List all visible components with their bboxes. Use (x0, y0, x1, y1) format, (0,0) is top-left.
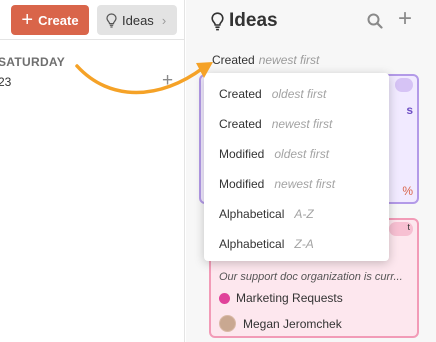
sort-option-field: Modified (219, 177, 265, 191)
sort-option-created-oldest[interactable]: Created oldest first (204, 79, 389, 109)
sort-option-alphabetical-az[interactable]: Alphabetical A-Z (204, 199, 389, 229)
chevron-right-icon: › (161, 12, 167, 28)
lightbulb-icon (106, 12, 117, 28)
day-of-week-label: SATURDAY (0, 55, 66, 69)
sort-option-direction: newest first (274, 177, 336, 191)
create-button[interactable]: + Create (11, 5, 89, 35)
card-text-fragment: s (406, 103, 413, 117)
card-badge (395, 78, 413, 92)
avatar (219, 315, 236, 332)
sort-option-modified-newest[interactable]: Modified newest first (204, 169, 389, 199)
card-assignee-name: Megan Jeromchek (243, 316, 342, 331)
sort-option-direction: A-Z (294, 207, 314, 221)
card-assignee: Megan Jeromchek (219, 315, 342, 332)
card-tag: Marketing Requests (219, 291, 343, 305)
tag-color-dot (219, 292, 230, 304)
search-icon[interactable] (366, 12, 384, 30)
ideas-toggle-button[interactable]: Ideas › (97, 5, 177, 35)
sort-dropdown-menu: Created oldest first Created newest first … (204, 73, 389, 261)
card-badge: t (389, 222, 413, 236)
sort-option-direction: oldest first (271, 87, 327, 101)
sort-option-direction: Z-A (294, 237, 314, 251)
sort-option-created-newest[interactable]: Created newest first (204, 109, 389, 139)
sort-option-field: Created (219, 117, 262, 131)
sort-option-field: Created (219, 87, 262, 101)
ideas-button-label: Ideas (122, 12, 154, 28)
panel-title-text: Ideas (229, 10, 278, 31)
plus-icon: + (21, 8, 34, 31)
card-text-fragment: % (402, 184, 413, 198)
sort-selector[interactable]: Created newest first (212, 53, 319, 67)
sort-direction: newest first (258, 53, 320, 67)
sort-option-direction: newest first (271, 117, 333, 131)
sort-option-direction: oldest first (274, 147, 330, 161)
sort-option-modified-oldest[interactable]: Modified oldest first (204, 139, 389, 169)
lightbulb-icon (211, 11, 224, 30)
create-button-label: Create (38, 12, 79, 28)
sort-option-field: Alphabetical (219, 237, 285, 251)
sort-option-field: Alphabetical (219, 207, 285, 221)
add-to-day-icon[interactable]: + (162, 71, 173, 90)
day-number: 23 (0, 75, 12, 89)
panel-title: Ideas (211, 10, 278, 32)
sort-field: Created (212, 53, 255, 67)
card-description: Our support doc organization is curr... (219, 271, 403, 283)
calendar-panel: + Create Ideas › SATURDAY 23 + (0, 0, 185, 342)
add-idea-icon[interactable]: + (398, 7, 412, 31)
sort-option-alphabetical-za[interactable]: Alphabetical Z-A (204, 229, 389, 259)
app-root: { "toolbar": { "create_label": "Create",… (0, 0, 436, 342)
card-tag-label: Marketing Requests (236, 291, 343, 305)
sort-option-field: Modified (219, 147, 265, 161)
toolbar: + Create Ideas › (0, 0, 185, 40)
